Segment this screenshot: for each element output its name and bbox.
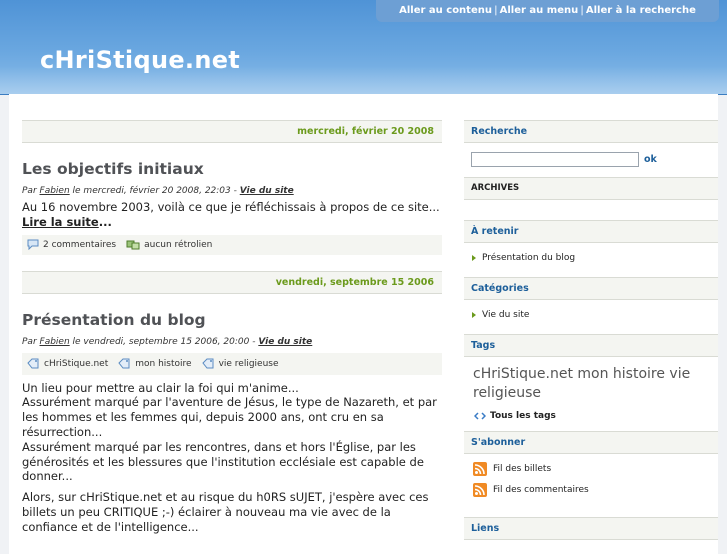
post-paragraph: Assurément marqué par les rencontres, da…	[22, 439, 424, 484]
all-tags-link[interactable]: Tous les tags	[464, 407, 718, 431]
rss-icon	[473, 483, 487, 497]
retenir-list: Présentation du blog	[464, 243, 718, 273]
skip-to-search-link[interactable]: Aller à la recherche	[586, 5, 696, 16]
list-item[interactable]: Vie du site	[472, 310, 718, 320]
post-paragraph: Alors, sur cHriStique.net et au risque d…	[22, 490, 429, 534]
search-input[interactable]	[471, 152, 639, 167]
comments-feed-link[interactable]: Fil des commentaires	[464, 483, 718, 497]
read-more-link[interactable]: Lire la suite	[22, 215, 99, 229]
categories-list: Vie du site	[464, 300, 718, 330]
feeds-list: Fil des billets Fil des commentaires	[464, 454, 718, 497]
skip-to-menu-link[interactable]: Aller au menu	[500, 5, 579, 16]
post-paragraph: Assurément marqué par l'aventure de Jésu…	[22, 395, 437, 439]
arrow-right-icon	[472, 255, 476, 261]
search-submit-button[interactable]: ok	[644, 154, 657, 165]
categories-title: Catégories	[464, 277, 718, 300]
tag-icon	[118, 358, 130, 369]
post-content: Un lieu pour mettre au clair la foi qui …	[22, 381, 442, 535]
category-link[interactable]: Vie du site	[240, 186, 294, 196]
tag-icon	[27, 358, 39, 369]
subscribe-title: S'abonner	[464, 431, 718, 454]
search-form: ok	[464, 143, 718, 177]
list-item[interactable]: Présentation du blog	[472, 253, 718, 263]
comment-icon	[27, 239, 39, 251]
header: Aller au contenu | Aller au menu | Aller à l…	[0, 0, 727, 95]
post-date: mercredi, février 20 2008	[22, 120, 442, 143]
sidebar: Recherche ok ARCHIVES À retenir Présenta…	[464, 120, 718, 540]
post-title[interactable]: Présentation du blog	[22, 311, 442, 329]
links-title: Liens	[464, 517, 718, 540]
tag-icon	[201, 358, 214, 369]
post-title[interactable]: Les objectifs initiaux	[22, 160, 442, 178]
author-link[interactable]: Fabien	[40, 337, 70, 347]
rss-icon	[473, 462, 487, 476]
search-title: Recherche	[464, 120, 718, 143]
top-navigation: Aller au contenu | Aller au menu | Aller à l…	[376, 0, 719, 22]
post-excerpt: Au 16 novembre 2003, voilà ce que je réf…	[22, 200, 440, 229]
tag-link[interactable]: vie religieuse	[201, 354, 279, 374]
post-meta-bar: 2 commentaires aucun rétrolien	[22, 234, 442, 255]
trackback-icon	[126, 240, 140, 250]
category-link[interactable]: Vie du site	[258, 337, 312, 347]
site-title[interactable]: cHriStique.net	[40, 46, 240, 74]
comments-link[interactable]: 2 commentaires	[27, 235, 116, 255]
post-info: Par Fabien le mercredi, février 20 2008,…	[22, 186, 294, 196]
post-date: vendredi, septembre 15 2006	[22, 270, 442, 294]
trackbacks-link[interactable]: aucun rétrolien	[126, 235, 212, 255]
author-link[interactable]: Fabien	[40, 186, 70, 196]
arrow-right-icon	[472, 312, 476, 318]
post-tags-bar: cHriStique.net mon histoire vie religieu…	[22, 352, 442, 375]
tag-cloud[interactable]: cHriStique.net mon histoire vie religieu…	[464, 357, 718, 407]
retenir-title: À retenir	[464, 220, 718, 243]
double-arrow-icon	[474, 412, 486, 420]
tags-title: Tags	[464, 334, 718, 357]
skip-to-content-link[interactable]: Aller au contenu	[399, 5, 492, 16]
posts-feed-link[interactable]: Fil des billets	[464, 462, 718, 476]
tag-link[interactable]: mon histoire	[118, 354, 192, 374]
post-paragraph: Un lieu pour mettre au clair la foi qui …	[22, 380, 299, 395]
page-body: mercredi, février 20 2008 Les objectifs …	[9, 94, 718, 554]
main-content: mercredi, février 20 2008 Les objectifs …	[22, 120, 442, 535]
post-info: Par Fabien le vendredi, septembre 15 200…	[22, 336, 313, 347]
archives-link[interactable]: ARCHIVES	[464, 177, 718, 200]
tag-link[interactable]: cHriStique.net	[27, 354, 108, 374]
